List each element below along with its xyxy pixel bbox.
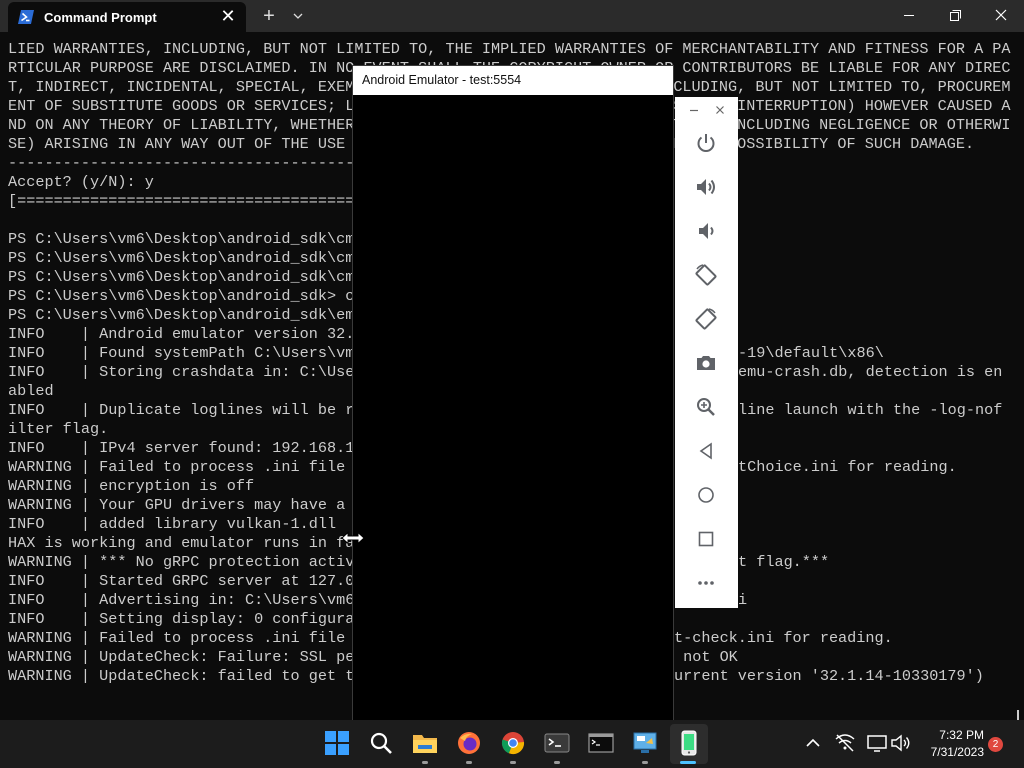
console-line: INFO | IPv4 server found: 192.168.1. xyxy=(8,439,364,457)
console-line-fragment: not OK xyxy=(674,648,738,666)
console-line: INFO | Duplicate loglines will be re xyxy=(8,401,364,419)
console-line: ilter flag. xyxy=(8,420,109,438)
console-line: WARNING | Failed to process .ini file C xyxy=(8,458,364,476)
resize-cursor-icon xyxy=(341,531,365,545)
running-indicator xyxy=(642,761,648,764)
console-line-fragment: emu-crash.db, detection is en xyxy=(738,363,1003,381)
running-indicator xyxy=(466,761,472,764)
display-icon[interactable] xyxy=(866,733,888,753)
file-explorer-icon[interactable] xyxy=(412,730,438,756)
tab-close-button[interactable]: ✕ xyxy=(220,7,236,25)
powershell-icon xyxy=(18,10,34,24)
terminal-titlebar: Command Prompt ✕ + xyxy=(0,0,1024,32)
console-line: WARNING | Failed to process .ini file C xyxy=(8,629,364,647)
running-indicator xyxy=(554,761,560,764)
console-line-fragment: -19\default\x86\ xyxy=(738,344,884,362)
emulator-window[interactable]: Android Emulator - test:5554 xyxy=(352,65,674,721)
console-line: --------------------------------------- xyxy=(8,154,364,172)
console-line-fragment: urrent version '32.1.14-10330179') xyxy=(674,667,984,685)
console-line: [====================================== xyxy=(8,192,364,210)
console-line: PS C:\Users\vm6\Desktop\android_sdk> cd xyxy=(8,287,364,305)
console-line: INFO | Android emulator version 32.1 xyxy=(8,325,364,343)
emulator-screen[interactable] xyxy=(353,95,673,720)
console-line: Accept? (y/N): y xyxy=(8,173,154,191)
console-line: WARNING | Your GPU drivers may have a b xyxy=(8,496,364,514)
console-line: INFO | Storing crashdata in: C:\User xyxy=(8,363,364,381)
camera-icon[interactable] xyxy=(694,351,718,375)
zoom-icon[interactable] xyxy=(694,395,718,419)
speaker-icon[interactable] xyxy=(890,733,912,753)
scrollbar[interactable] xyxy=(1017,710,1019,720)
notification-badge[interactable]: 2 xyxy=(988,737,1003,752)
console-line: INFO | added library vulkan-1.dll xyxy=(8,515,337,533)
running-indicator xyxy=(422,761,428,764)
console-line: INFO | Advertising in: C:\Users\vm6\ xyxy=(8,591,364,609)
more-icon[interactable] xyxy=(694,571,718,595)
console-line-fragment: i xyxy=(738,591,748,609)
volume-down-icon[interactable] xyxy=(694,219,718,243)
search-icon[interactable] xyxy=(368,730,394,756)
rotate-left-icon[interactable] xyxy=(694,263,718,287)
console-line-fragment: line launch with the -log-nof xyxy=(738,401,1003,419)
tab-title: Command Prompt xyxy=(44,10,157,25)
console-line-fragment: t flag.*** xyxy=(738,553,830,571)
new-tab-button[interactable]: + xyxy=(258,6,280,26)
chevron-up-icon[interactable] xyxy=(804,733,822,753)
control-panel-icon[interactable] xyxy=(632,730,658,756)
windows-start-icon[interactable] xyxy=(324,730,350,756)
console-line: PS C:\Users\vm6\Desktop\android_sdk\emu xyxy=(8,306,364,324)
emulator-minimize-icon[interactable] xyxy=(687,103,701,117)
console-line: PS C:\Users\vm6\Desktop\android_sdk\cmd xyxy=(8,249,364,267)
android-emulator-icon[interactable] xyxy=(676,730,702,756)
clock-date[interactable]: 7/31/2023 xyxy=(914,745,984,759)
chevron-down-icon[interactable] xyxy=(288,7,308,25)
chrome-icon[interactable] xyxy=(500,730,526,756)
power-icon[interactable] xyxy=(694,131,718,155)
clock-time[interactable]: 7:32 PM xyxy=(924,728,984,742)
console-line: PS C:\Users\vm6\Desktop\android_sdk\cmd xyxy=(8,268,364,286)
restore-button[interactable] xyxy=(932,0,978,32)
minimize-button[interactable] xyxy=(886,0,932,32)
volume-up-icon[interactable] xyxy=(694,175,718,199)
home-icon[interactable] xyxy=(694,483,718,507)
network-disconnected-icon[interactable] xyxy=(834,733,856,753)
console-line: abled xyxy=(8,382,54,400)
console-line: PS C:\Users\vm6\Desktop\android_sdk\cmd xyxy=(8,230,364,248)
taskbar: 7:32 PM 7/31/2023 2 xyxy=(0,720,1024,768)
overview-icon[interactable] xyxy=(694,527,718,551)
console-line: WARNING | UpdateCheck: Failure: SSL pee xyxy=(8,648,364,666)
emulator-close-icon[interactable] xyxy=(713,103,727,117)
back-icon[interactable] xyxy=(694,439,718,463)
console-line: INFO | Started GRPC server at 127.0. xyxy=(8,572,364,590)
running-indicator xyxy=(510,761,516,764)
console-line: WARNING | encryption is off xyxy=(8,477,255,495)
console-line-fragment: tChoice.ini for reading. xyxy=(738,458,957,476)
terminal-icon[interactable] xyxy=(544,730,570,756)
close-button[interactable] xyxy=(978,0,1024,32)
rotate-right-icon[interactable] xyxy=(694,307,718,331)
console-line: WARNING | UpdateCheck: failed to get th xyxy=(8,667,364,685)
console-line: WARNING | *** No gRPC protection active xyxy=(8,553,364,571)
console-line: LIED WARRANTIES, INCLUDING, BUT NOT LIMI… xyxy=(8,40,1011,58)
tab-command-prompt[interactable]: Command Prompt ✕ xyxy=(8,2,246,32)
emulator-titlebar[interactable]: Android Emulator - test:5554 xyxy=(353,66,673,95)
emulator-title: Android Emulator - test:5554 xyxy=(362,73,522,87)
console-line: HAX is working and emulator runs in fa xyxy=(8,534,355,552)
command-prompt-icon[interactable] xyxy=(588,730,614,756)
emulator-toolbar xyxy=(675,97,738,608)
console-line-fragment: t-check.ini for reading. xyxy=(674,629,893,647)
console-line: INFO | Setting display: 0 configurat xyxy=(8,610,364,628)
console-line: INFO | Found systemPath C:\Users\vm6 xyxy=(8,344,364,362)
active-indicator xyxy=(680,761,696,764)
firefox-icon[interactable] xyxy=(456,730,482,756)
